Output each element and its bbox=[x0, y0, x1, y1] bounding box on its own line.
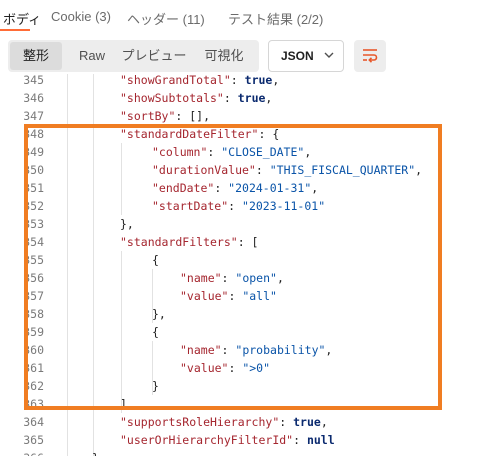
code-text: "sortBy": [], bbox=[120, 107, 210, 125]
highlight-box bbox=[24, 124, 442, 410]
json-key: "supportsRoleHierarchy" bbox=[120, 415, 280, 429]
code-text: "supportsRoleHierarchy": true, bbox=[120, 413, 328, 431]
json-punctuation: , bbox=[265, 91, 273, 105]
active-tab-indicator bbox=[0, 29, 30, 31]
json-literal: true bbox=[293, 415, 321, 429]
view-raw-button[interactable]: Raw bbox=[66, 42, 118, 70]
line-number: 364 bbox=[23, 415, 44, 429]
json-punctuation: : bbox=[230, 74, 245, 87]
code-line: 347 "sortBy": [], bbox=[0, 107, 501, 125]
wrap-lines-icon bbox=[363, 49, 378, 63]
line-number: 366 bbox=[0, 449, 44, 456]
code-text: } bbox=[92, 449, 99, 456]
tab-headers[interactable]: ヘッダー (11) bbox=[127, 9, 205, 28]
format-select[interactable]: JSON bbox=[268, 40, 344, 72]
json-punctuation: } bbox=[92, 451, 99, 456]
code-line: 366} bbox=[0, 449, 501, 456]
json-punctuation: , bbox=[320, 415, 328, 429]
json-punctuation: , bbox=[272, 74, 280, 87]
code-text: "showSubtotals": true, bbox=[120, 89, 272, 107]
code-line: 345 "showGrandTotal": true, bbox=[0, 74, 501, 89]
view-mode-switch: 整形 Raw プレビュー 可視化 bbox=[8, 40, 259, 72]
json-punctuation: : [], bbox=[175, 109, 211, 123]
line-number: 347 bbox=[23, 109, 44, 123]
response-tabs: ボディ Cookie (3) ヘッダー (11) テスト結果 (2/2) bbox=[0, 0, 501, 32]
chevron-down-icon bbox=[324, 52, 334, 58]
response-toolbar: 整形 Raw プレビュー 可視化 JSON bbox=[0, 40, 501, 74]
json-literal: true bbox=[244, 74, 273, 87]
code-text: "showGrandTotal": true, bbox=[120, 74, 279, 89]
code-line: 365 "userOrHierarchyFilterId": null bbox=[0, 431, 501, 449]
view-pretty-button[interactable]: 整形 bbox=[10, 42, 62, 70]
tab-body[interactable]: ボディ bbox=[3, 9, 41, 28]
line-number: 346 bbox=[23, 91, 44, 105]
view-visualize-button[interactable]: 可視化 bbox=[194, 42, 254, 70]
wrap-lines-button[interactable] bbox=[354, 40, 386, 72]
tab-cookies[interactable]: Cookie (3) bbox=[51, 9, 111, 24]
json-literal: null bbox=[306, 433, 335, 447]
code-text: "userOrHierarchyFilterId": null bbox=[120, 431, 335, 449]
json-key: "showGrandTotal" bbox=[120, 74, 231, 87]
line-number: 345 bbox=[23, 74, 44, 87]
json-key: "userOrHierarchyFilterId" bbox=[120, 433, 294, 447]
json-literal: true bbox=[237, 91, 266, 105]
json-key: "sortBy" bbox=[120, 109, 176, 123]
format-select-value: JSON bbox=[281, 49, 314, 63]
json-punctuation: : bbox=[223, 91, 238, 105]
code-line: 364 "supportsRoleHierarchy": true, bbox=[0, 413, 501, 431]
json-punctuation: : bbox=[293, 433, 307, 447]
json-punctuation: : bbox=[279, 415, 294, 429]
line-number: 365 bbox=[23, 433, 44, 447]
json-key: "showSubtotals" bbox=[120, 91, 224, 105]
code-line: 346 "showSubtotals": true, bbox=[0, 89, 501, 107]
view-preview-button[interactable]: プレビュー bbox=[119, 42, 189, 70]
tab-test-results[interactable]: テスト結果 (2/2) bbox=[228, 9, 323, 28]
